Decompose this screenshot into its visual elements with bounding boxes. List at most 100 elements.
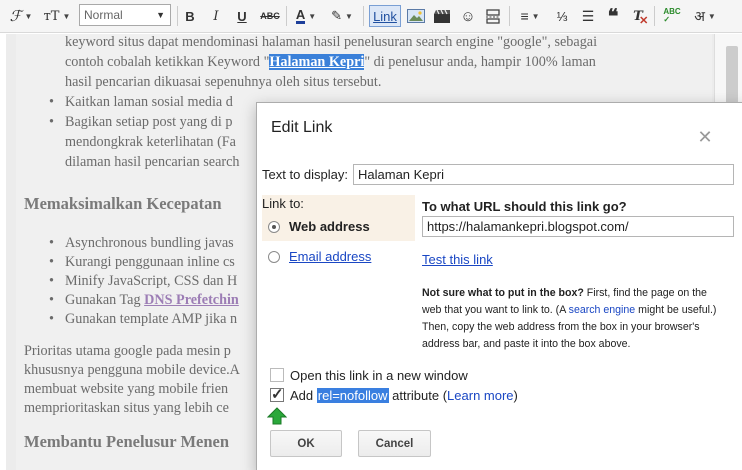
nofollow-checkbox[interactable] — [270, 385, 284, 403]
section-heading: Membantu Penelusur Menen — [24, 432, 230, 451]
para-text: " di penelusur anda, hampir 100% laman — [364, 54, 596, 70]
link-to-header: Link to: — [262, 195, 415, 213]
close-icon[interactable]: ✕ — [697, 128, 713, 146]
email-address-option[interactable]: Email address — [262, 243, 415, 271]
list-item: Minify JavaScript, CSS dan H — [49, 273, 237, 290]
open-new-window-checkbox[interactable] — [270, 368, 284, 382]
email-address-radio[interactable] — [268, 251, 280, 263]
remove-formatting-button[interactable]: T ✕ — [628, 5, 648, 27]
web-address-option[interactable]: Web address — [262, 213, 415, 241]
align-left-icon: ≡ — [520, 8, 529, 24]
list-item: Gunakan template AMP jika n — [49, 311, 237, 328]
alignment-button[interactable]: ≡ ▼ — [516, 5, 544, 27]
para-line: keyword situs dapat mendominasi halaman … — [65, 34, 598, 50]
spellcheck-button[interactable]: ABC ✓ — [661, 5, 683, 27]
rel-nofollow-text: rel=nofollow — [316, 388, 389, 403]
text-to-display-label: Text to display: — [262, 167, 348, 182]
hint-text: address bar, and paste it into the box a… — [422, 338, 631, 350]
nofollow-label: Add rel=nofollow attribute (Learn more) — [290, 388, 518, 403]
learn-more-link[interactable]: Learn more — [447, 388, 513, 403]
list-text: Gunakan Tag — [65, 292, 145, 308]
list-item: Asynchronous bundling javas — [49, 235, 234, 252]
bulleted-list-button[interactable]: ☰ — [578, 5, 598, 27]
list-item: Kaitkan laman sosial media d — [49, 94, 233, 111]
url-input[interactable]: https://halamankepri.blogspot.com/ — [422, 216, 734, 237]
highlight-color-button[interactable]: ✎ ▼ — [328, 5, 356, 27]
chevron-down-icon: ▼ — [156, 10, 165, 20]
video-icon — [434, 9, 450, 23]
toolbar-divider — [654, 6, 655, 26]
hint-text: Then, copy the web address from the box … — [422, 321, 700, 333]
edit-link-dialog: Edit Link ✕ Text to display: Halaman Kep… — [256, 102, 742, 470]
cancel-button[interactable]: Cancel — [358, 430, 431, 457]
para-line: hasil pencarian dikuasai sepenuhnya oleh… — [65, 74, 382, 90]
bold-button[interactable]: B — [181, 5, 199, 27]
emoji-button[interactable]: ☺ — [458, 5, 478, 27]
search-engine-link[interactable]: search engine — [569, 304, 636, 316]
remove-formatting-icon: T ✕ — [633, 8, 649, 27]
link-button[interactable]: Link — [369, 5, 401, 27]
toolbar-divider — [177, 6, 178, 26]
open-new-window-label: Open this link in a new window — [290, 368, 468, 383]
hint-text: might be useful.) — [635, 304, 717, 316]
font-size-button[interactable]: тT ▼ — [43, 5, 71, 27]
italic-button[interactable]: I — [207, 5, 225, 27]
insert-video-button[interactable] — [432, 5, 452, 27]
editor-toolbar: ℱ ▼ тT ▼ Normal ▼ B I U ABC A ▼ ✎ ▼ Link ☺ — [0, 0, 742, 33]
text-color-button[interactable]: A ▼ — [292, 5, 320, 27]
text-color-icon: A — [295, 7, 306, 24]
list-item-cont: dilaman hasil pencarian search — [65, 154, 240, 170]
bold-icon: B — [185, 8, 195, 24]
spellcheck-icon: ABC ✓ — [663, 7, 681, 24]
underline-icon: U — [237, 8, 247, 24]
hint-text: First, find the page on the — [583, 287, 707, 299]
scrollbar-thumb[interactable] — [726, 46, 738, 106]
add-text: Add — [290, 388, 314, 403]
format-select-value: Normal — [84, 8, 123, 22]
font-size-icon: тT — [43, 8, 60, 24]
web-address-label: Web address — [289, 219, 370, 234]
strikethrough-button[interactable]: ABC — [259, 5, 281, 27]
jump-break-icon — [486, 8, 500, 24]
numbered-list-button[interactable]: ⅓ — [552, 5, 572, 27]
smiley-icon: ☺ — [460, 7, 476, 25]
selected-link-text[interactable]: Halaman Kepri — [269, 54, 365, 70]
url-question-label: To what URL should this link go? — [422, 199, 627, 214]
dns-prefetch-link[interactable]: DNS Prefetchin — [144, 292, 239, 308]
web-address-radio[interactable] — [268, 221, 280, 233]
list-item-cont: mendongkrak keterlihatan (Fa — [65, 134, 236, 150]
link-to-label: Link to: — [262, 196, 304, 211]
format-select[interactable]: Normal ▼ — [79, 4, 171, 26]
para-line: membuat website yang mobile frien — [24, 381, 229, 397]
input-tools-label: अ — [694, 8, 705, 25]
input-tools-button[interactable]: अ ▼ — [690, 5, 720, 27]
list-item: Gunakan Tag DNS Prefetchin — [49, 292, 239, 309]
underline-button[interactable]: U — [233, 5, 251, 27]
test-link[interactable]: Test this link — [422, 252, 493, 267]
para-text: contoh cobalah ketikkan Keyword " — [65, 54, 270, 70]
toolbar-divider — [286, 6, 287, 26]
image-icon — [407, 9, 425, 23]
quote-icon: ❝ — [607, 4, 619, 28]
toolbar-divider — [363, 6, 364, 26]
para-line: memprioritaskan situs yang lebih ce — [24, 400, 229, 416]
font-family-button[interactable]: ℱ ▼ — [8, 5, 34, 27]
para-line: khususnya pengguna mobile device.A — [24, 362, 240, 378]
ok-button[interactable]: OK — [270, 430, 342, 457]
green-arrow-icon — [267, 407, 287, 425]
toolbar-divider — [509, 6, 510, 26]
attribute-text: attribute ( — [388, 388, 448, 403]
blogger-post-editor: ℱ ▼ тT ▼ Normal ▼ B I U ABC A ▼ ✎ ▼ Link ☺ — [0, 0, 742, 470]
para-line: contoh cobalah ketikkan Keyword "Halaman… — [65, 54, 596, 71]
link-to-panel: Link to: Web address Email address — [262, 195, 415, 271]
dialog-title: Edit Link — [271, 119, 333, 136]
jump-break-button[interactable] — [484, 5, 502, 27]
font-family-icon: ℱ — [9, 7, 22, 25]
insert-image-button[interactable] — [406, 5, 426, 27]
highlighter-icon: ✎ — [331, 8, 342, 23]
email-address-link[interactable]: Email address — [289, 249, 371, 264]
quote-button[interactable]: ❝ — [604, 4, 622, 28]
numbered-list-icon: ⅓ — [556, 8, 568, 24]
list-item: Kurangi penggunaan inline cs — [49, 254, 235, 271]
text-to-display-input[interactable]: Halaman Kepri — [353, 164, 734, 185]
